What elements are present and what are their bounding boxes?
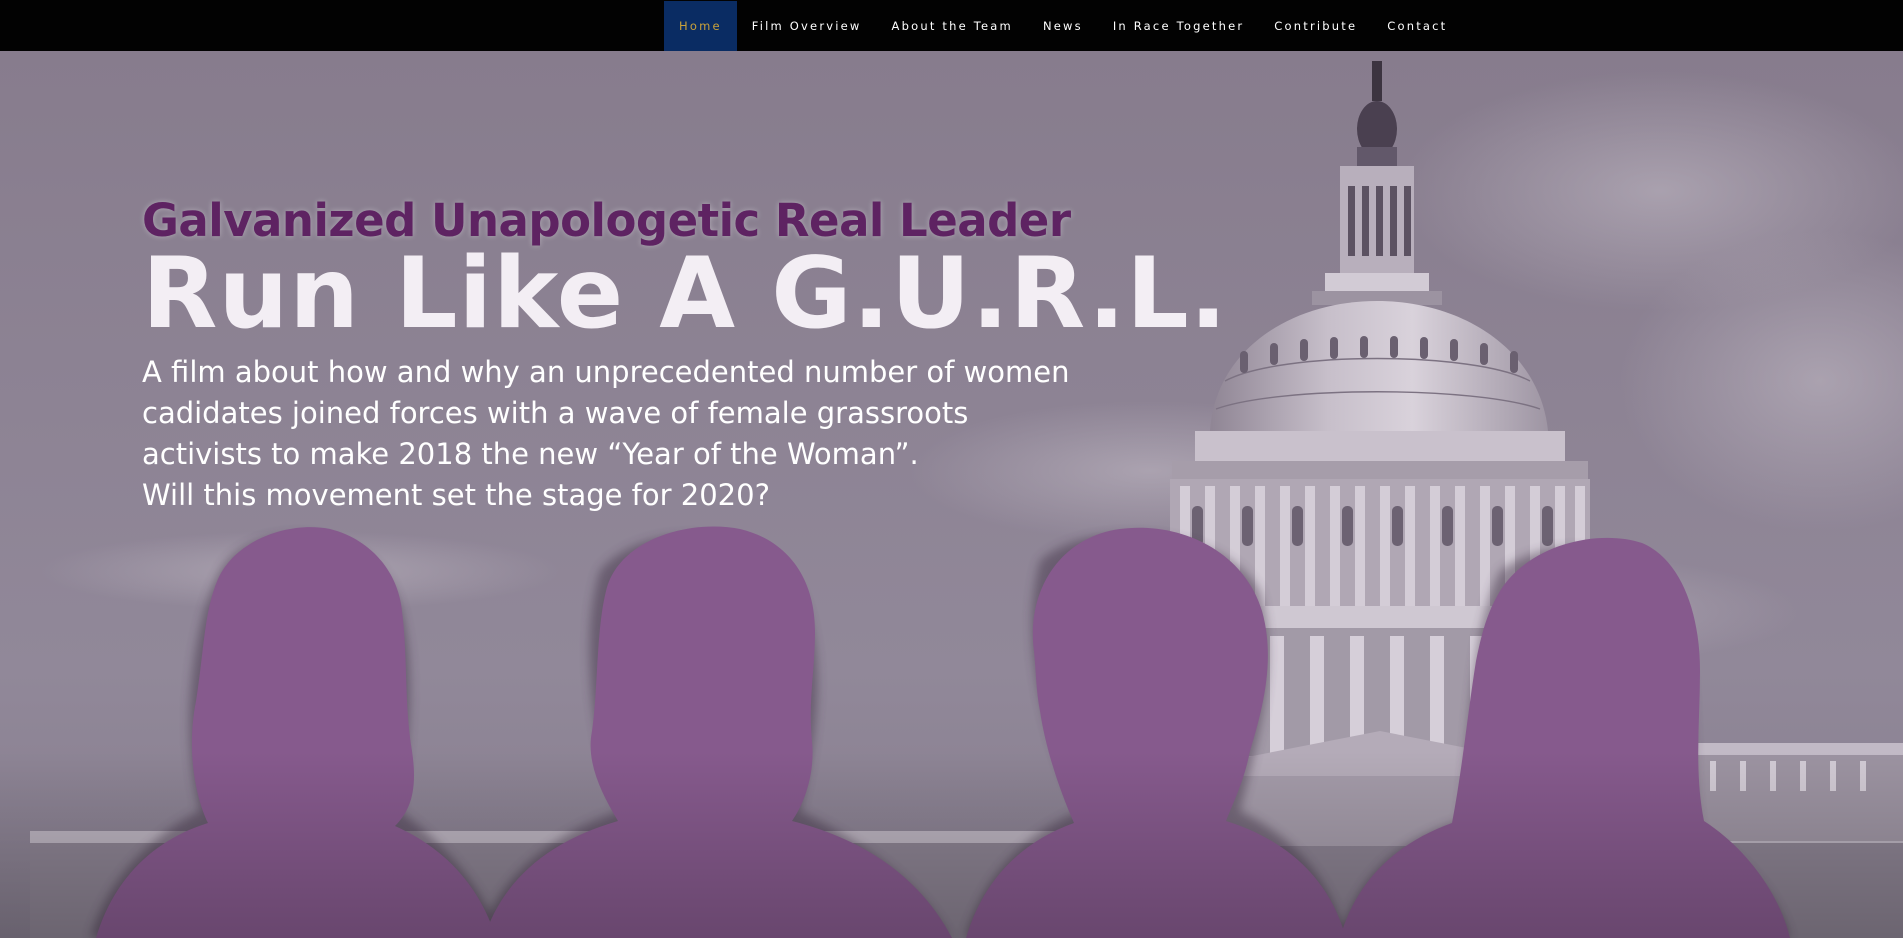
nav-item-label: In Race Together [1112,19,1245,33]
nav-item-label: Home [679,19,722,33]
hero-description-line: cadidates joined forces with a wave of f… [142,396,969,430]
nav-item-home[interactable]: Home [664,1,737,51]
hero-title: Run Like A G.U.R.L. [142,237,1228,351]
nav-item-label: Contribute [1274,19,1358,33]
hero-description-line: activists to make 2018 the new “Year of … [142,437,919,471]
hero-description-line: A film about how and why an unprecedente… [142,355,1070,389]
nav-item-contribute[interactable]: Contribute [1259,1,1372,51]
nav-item-label: Contact [1387,19,1448,33]
nav-item-film-overview[interactable]: Film Overview [737,1,877,51]
nav-item-label: About the Team [891,19,1013,33]
nav-item-contact[interactable]: Contact [1372,1,1462,51]
hero-text-block: Galvanized Unapologetic Real Leader Run … [142,194,1228,516]
hero-description: A film about how and why an unprecedente… [142,352,1102,516]
nav-item-about-the-team[interactable]: About the Team [877,1,1028,51]
top-navigation: Home Film Overview About the Team News I… [0,0,1903,51]
page: Home Film Overview About the Team News I… [0,0,1903,938]
nav-item-in-race-together[interactable]: In Race Together [1098,1,1259,51]
nav-item-news[interactable]: News [1028,1,1098,51]
hero-banner: Galvanized Unapologetic Real Leader Run … [0,51,1903,938]
nav-item-label: Film Overview [751,19,862,33]
hero-description-line: Will this movement set the stage for 202… [142,478,770,512]
nav-item-label: News [1042,19,1083,33]
nav-menu: Home Film Overview About the Team News I… [664,1,1462,51]
